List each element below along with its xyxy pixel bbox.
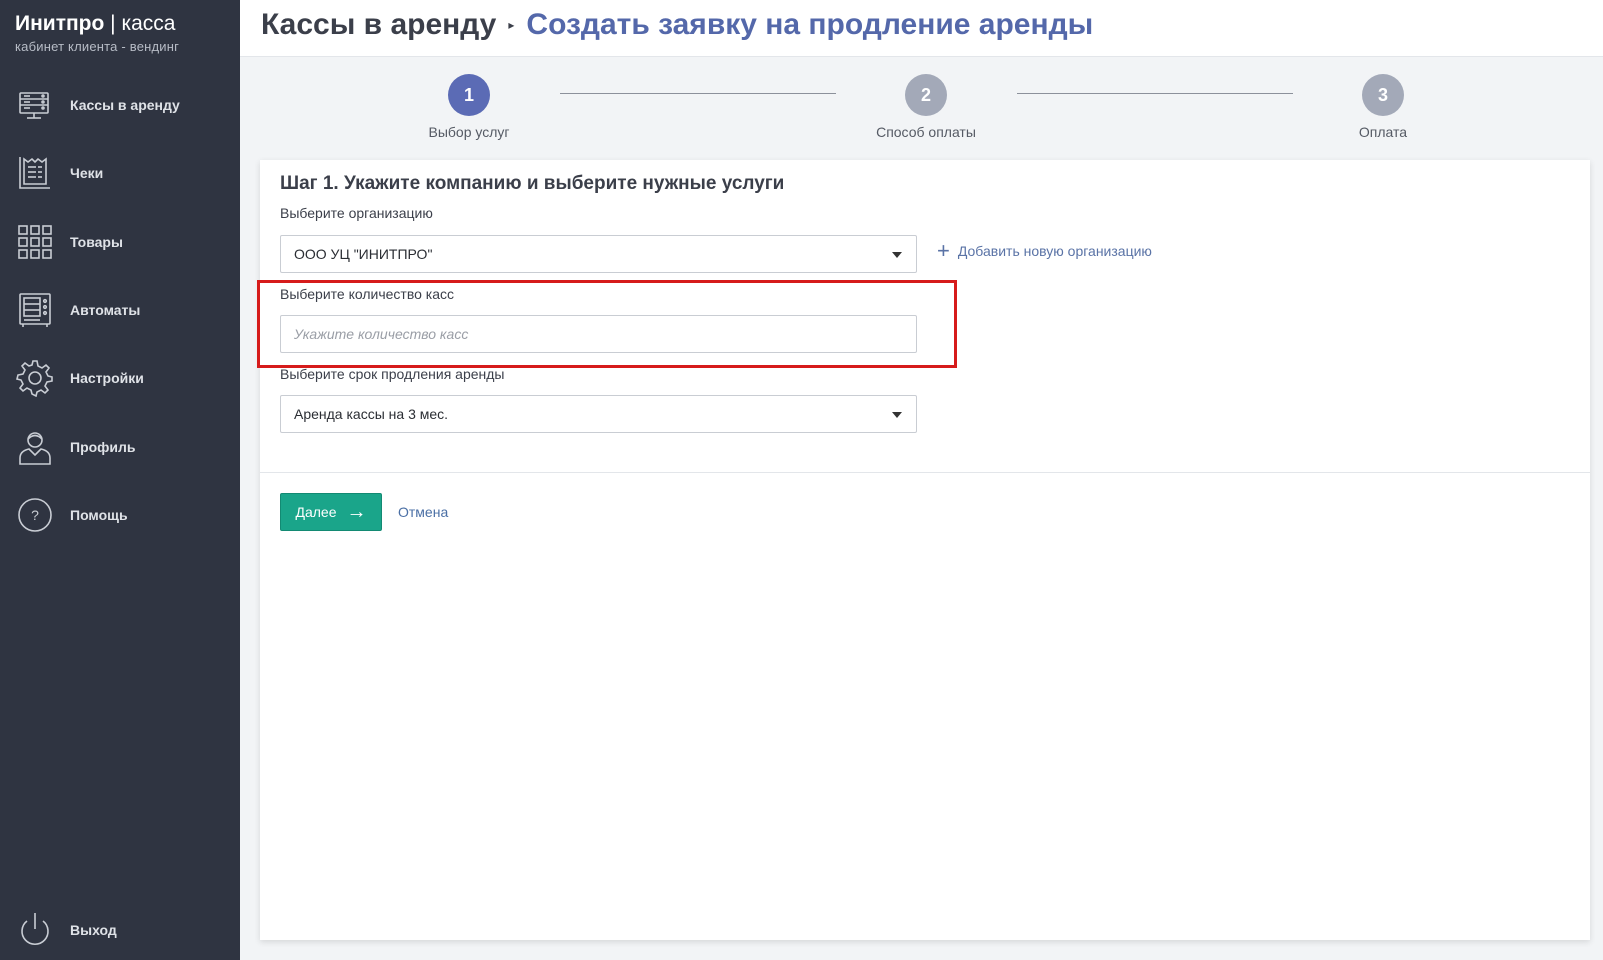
step-number: 2 bbox=[905, 74, 947, 116]
caret-down-icon bbox=[892, 252, 902, 258]
logout-button[interactable]: Выход bbox=[0, 905, 240, 955]
cash-register-icon bbox=[16, 86, 54, 124]
term-select[interactable]: Аренда кассы на 3 мес. bbox=[280, 395, 917, 433]
next-button-label: Далее bbox=[295, 504, 337, 520]
breadcrumb-separator-icon: ▸ bbox=[508, 18, 515, 32]
divider bbox=[260, 472, 1590, 473]
svg-text:?: ? bbox=[31, 507, 39, 523]
sidebar-item-label: Автоматы bbox=[70, 302, 141, 318]
arrow-right-icon: → bbox=[346, 501, 367, 523]
vending-machine-icon bbox=[16, 291, 54, 329]
form-title: Шаг 1. Укажите компанию и выберите нужны… bbox=[280, 173, 785, 194]
sidebar-item-label: Профиль bbox=[70, 439, 136, 455]
step-label: Способ оплаты bbox=[876, 124, 976, 140]
cancel-link[interactable]: Отмена bbox=[398, 504, 448, 520]
grid-icon bbox=[16, 223, 54, 261]
term-select-value: Аренда кассы на 3 мес. bbox=[294, 406, 449, 422]
header: Кассы в аренду ▸ Создать заявку на продл… bbox=[240, 0, 1603, 57]
add-organization-label: Добавить новую организацию bbox=[957, 243, 1152, 259]
brand-logo[interactable]: Инитпро | касса кабинет клиента - вендин… bbox=[15, 12, 179, 54]
caret-down-icon bbox=[892, 412, 902, 418]
count-input-wrapper bbox=[280, 315, 917, 353]
step-1: 1 Выбор услуг bbox=[389, 74, 549, 140]
sidebar-item-label: Настройки bbox=[70, 370, 144, 386]
step-connector bbox=[1017, 93, 1293, 94]
form-card: Шаг 1. Укажите компанию и выберите нужны… bbox=[257, 160, 1590, 940]
count-label: Выберите количество касс bbox=[280, 286, 455, 302]
step-connector bbox=[560, 93, 836, 94]
step-number: 3 bbox=[1362, 74, 1404, 116]
brand-title: Инитпро | касса bbox=[15, 12, 176, 35]
sidebar-item-receipts[interactable]: Чеки bbox=[0, 148, 240, 198]
help-icon: ? bbox=[16, 496, 54, 534]
sidebar-item-vending[interactable]: Автоматы bbox=[0, 285, 240, 335]
step-label: Выбор услуг bbox=[428, 124, 510, 140]
add-organization-link[interactable]: + Добавить новую организацию bbox=[937, 238, 1152, 263]
gear-icon bbox=[16, 359, 54, 398]
sidebar-item-settings[interactable]: Настройки bbox=[0, 353, 240, 403]
sidebar-item-help[interactable]: ? Помощь bbox=[0, 490, 240, 540]
step-number: 1 bbox=[448, 74, 490, 116]
sidebar-item-label: Товары bbox=[70, 234, 123, 250]
org-label: Выберите организацию bbox=[280, 205, 433, 221]
sidebar-item-label: Помощь bbox=[70, 507, 128, 523]
sidebar-item-profile[interactable]: Профиль bbox=[0, 422, 240, 472]
brand-subtitle: кабинет клиента - вендинг bbox=[15, 39, 180, 54]
org-select[interactable]: ООО УЦ "ИНИТПРО" bbox=[280, 235, 917, 273]
receipt-icon bbox=[16, 154, 54, 192]
plus-icon: + bbox=[937, 238, 950, 263]
org-select-value: ООО УЦ "ИНИТПРО" bbox=[294, 246, 433, 262]
sidebar: Инитпро | касса кабинет клиента - вендин… bbox=[0, 0, 240, 960]
sidebar-item-label: Кассы в аренду bbox=[70, 97, 180, 113]
cash-count-input[interactable] bbox=[281, 316, 916, 352]
next-button[interactable]: Далее → bbox=[280, 493, 382, 531]
breadcrumb: Кассы в аренду ▸ Создать заявку на продл… bbox=[261, 8, 1093, 42]
user-icon bbox=[16, 428, 54, 466]
page-title: Создать заявку на продление аренды bbox=[526, 8, 1094, 41]
breadcrumb-root-link[interactable]: Кассы в аренду bbox=[261, 8, 496, 42]
term-label: Выберите срок продления аренды bbox=[280, 366, 505, 382]
step-3: 3 Оплата bbox=[1303, 74, 1463, 140]
sidebar-item-cash-rental[interactable]: Кассы в аренду bbox=[0, 80, 240, 130]
sidebar-item-label: Чеки bbox=[70, 165, 104, 181]
step-label: Оплата bbox=[1358, 124, 1408, 140]
power-icon bbox=[16, 911, 54, 949]
step-2: 2 Способ оплаты bbox=[846, 74, 1006, 140]
logout-label: Выход bbox=[70, 922, 117, 938]
sidebar-item-goods[interactable]: Товары bbox=[0, 217, 240, 267]
